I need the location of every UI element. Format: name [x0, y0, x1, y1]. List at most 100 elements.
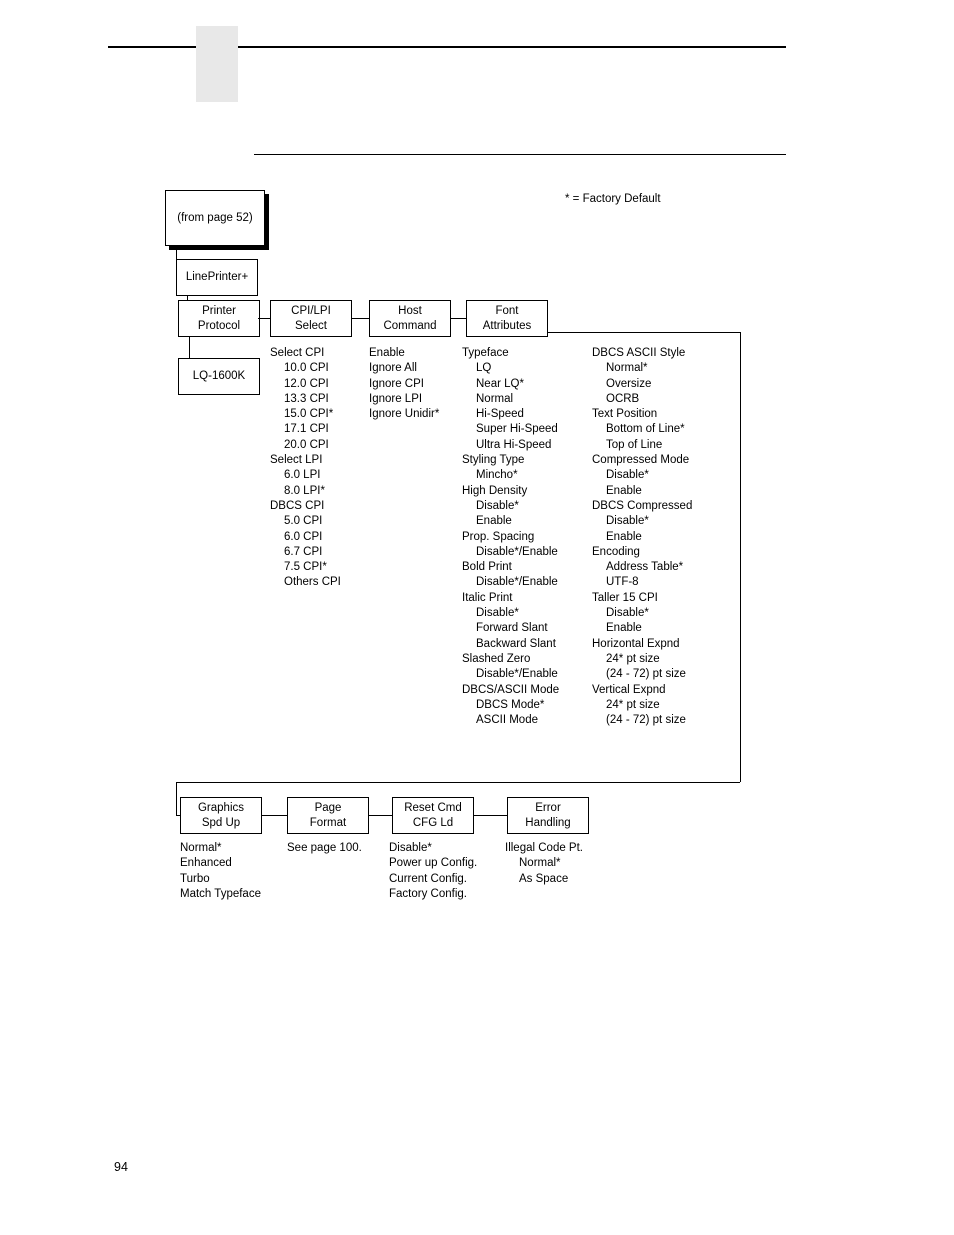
menu-option[interactable]: 24* pt size	[592, 698, 692, 713]
menu-option[interactable]: Disable*	[462, 606, 559, 621]
box-from-page[interactable]: (from page 52)	[165, 190, 265, 246]
menu-option[interactable]: Horizontal Expnd	[592, 637, 692, 652]
menu-option[interactable]: Select LPI	[270, 453, 341, 468]
menu-option[interactable]: Mincho*	[462, 468, 559, 483]
menu-option[interactable]: Power up Config.	[389, 856, 477, 871]
menu-option[interactable]: DBCS CPI	[270, 499, 341, 514]
menu-option[interactable]: Turbo	[180, 872, 261, 887]
menu-option[interactable]: Ignore LPI	[369, 392, 439, 407]
menu-option[interactable]: Enable	[592, 621, 692, 636]
menu-option[interactable]: Ignore Unidir*	[369, 407, 439, 422]
menu-option[interactable]: 12.0 CPI	[270, 377, 341, 392]
menu-option[interactable]: 6.7 CPI	[270, 545, 341, 560]
menu-option[interactable]: As Space	[505, 872, 583, 887]
menu-option[interactable]: Disable*/Enable	[462, 545, 559, 560]
menu-option[interactable]: Ignore CPI	[369, 377, 439, 392]
menu-option[interactable]: Enable	[592, 484, 692, 499]
box-page-format[interactable]: Page Format	[287, 797, 369, 834]
menu-option[interactable]: Address Table*	[592, 560, 692, 575]
menu-option[interactable]: Text Position	[592, 407, 692, 422]
menu-option[interactable]: 24* pt size	[592, 652, 692, 667]
list-host-command: Enable Ignore All Ignore CPI Ignore LPI Igno…	[369, 346, 439, 422]
menu-option[interactable]: Italic Print	[462, 591, 559, 606]
menu-option[interactable]: Near LQ*	[462, 377, 559, 392]
menu-option[interactable]: Disable*	[592, 468, 692, 483]
menu-option[interactable]: 5.0 CPI	[270, 514, 341, 529]
menu-option[interactable]: Hi-Speed	[462, 407, 559, 422]
menu-option[interactable]: Taller 15 CPI	[592, 591, 692, 606]
menu-option[interactable]: 13.3 CPI	[270, 392, 341, 407]
menu-option[interactable]: High Density	[462, 484, 559, 499]
menu-option[interactable]: Bottom of Line*	[592, 422, 692, 437]
menu-option[interactable]: Enable	[369, 346, 439, 361]
menu-option[interactable]: Bold Print	[462, 560, 559, 575]
menu-option[interactable]: Disable*	[592, 514, 692, 529]
menu-option[interactable]: DBCS Mode*	[462, 698, 559, 713]
menu-option[interactable]: Styling Type	[462, 453, 559, 468]
menu-option[interactable]: See page 100.	[287, 841, 362, 856]
box-host-command[interactable]: Host Command	[369, 300, 451, 337]
box-page-format-line2: Format	[309, 816, 347, 829]
menu-option[interactable]: 15.0 CPI*	[270, 407, 341, 422]
menu-option[interactable]: 7.5 CPI*	[270, 560, 341, 575]
menu-option[interactable]: Super Hi-Speed	[462, 422, 559, 437]
box-font-attributes[interactable]: Font Attributes	[466, 300, 548, 337]
menu-option[interactable]: Vertical Expnd	[592, 683, 692, 698]
menu-option[interactable]: Prop. Spacing	[462, 530, 559, 545]
menu-option[interactable]: Normal	[462, 392, 559, 407]
menu-option[interactable]: Illegal Code Pt.	[505, 841, 583, 856]
menu-option[interactable]: Compressed Mode	[592, 453, 692, 468]
menu-option[interactable]: Enable	[592, 530, 692, 545]
menu-option[interactable]: Ignore All	[369, 361, 439, 376]
menu-option[interactable]: 6.0 CPI	[270, 530, 341, 545]
menu-option[interactable]: 10.0 CPI	[270, 361, 341, 376]
menu-option[interactable]: Current Config.	[389, 872, 477, 887]
box-reset-cmd-line2: CFG Ld	[412, 816, 454, 829]
box-cpi-lpi-line2: Select	[295, 319, 327, 332]
menu-option[interactable]: Slashed Zero	[462, 652, 559, 667]
menu-option[interactable]: Disable*	[389, 841, 477, 856]
menu-option[interactable]: Typeface	[462, 346, 559, 361]
menu-option[interactable]: Factory Config.	[389, 887, 477, 902]
menu-option[interactable]: ASCII Mode	[462, 713, 559, 728]
menu-option[interactable]: (24 - 72) pt size	[592, 713, 692, 728]
menu-option[interactable]: Match Typeface	[180, 887, 261, 902]
box-graphics-spd-up[interactable]: Graphics Spd Up	[180, 797, 262, 834]
menu-option[interactable]: Normal*	[505, 856, 583, 871]
menu-option[interactable]: Normal*	[592, 361, 692, 376]
menu-option[interactable]: Oversize	[592, 377, 692, 392]
box-error-handling[interactable]: Error Handling	[507, 797, 589, 834]
box-lq1600k[interactable]: LQ-1600K	[178, 358, 260, 395]
menu-option[interactable]: Enhanced	[180, 856, 261, 871]
box-lineprinter[interactable]: LinePrinter+	[176, 259, 258, 296]
menu-option[interactable]: Normal*	[180, 841, 261, 856]
menu-option[interactable]: UTF-8	[592, 575, 692, 590]
menu-option[interactable]: Enable	[462, 514, 559, 529]
menu-option[interactable]: Disable*	[592, 606, 692, 621]
menu-option[interactable]: Disable*	[462, 499, 559, 514]
menu-option[interactable]: 17.1 CPI	[270, 422, 341, 437]
menu-option[interactable]: Disable*/Enable	[462, 575, 559, 590]
menu-option[interactable]: (24 - 72) pt size	[592, 667, 692, 682]
menu-option[interactable]: DBCS/ASCII Mode	[462, 683, 559, 698]
menu-option[interactable]: Others CPI	[270, 575, 341, 590]
menu-option[interactable]: OCRB	[592, 392, 692, 407]
menu-option[interactable]: Top of Line	[592, 438, 692, 453]
box-reset-cmd[interactable]: Reset Cmd CFG Ld	[392, 797, 474, 834]
menu-option[interactable]: 8.0 LPI*	[270, 484, 341, 499]
menu-option[interactable]: Forward Slant	[462, 621, 559, 636]
menu-option[interactable]: Backward Slant	[462, 637, 559, 652]
menu-option[interactable]: Ultra Hi-Speed	[462, 438, 559, 453]
menu-option[interactable]: Disable*/Enable	[462, 667, 559, 682]
box-host-command-line1: Host	[398, 304, 422, 317]
menu-option[interactable]: Encoding	[592, 545, 692, 560]
menu-option[interactable]: 20.0 CPI	[270, 438, 341, 453]
box-cpi-lpi-select[interactable]: CPI/LPI Select	[270, 300, 352, 337]
menu-option[interactable]: DBCS ASCII Style	[592, 346, 692, 361]
menu-option[interactable]: 6.0 LPI	[270, 468, 341, 483]
menu-option[interactable]: DBCS Compressed	[592, 499, 692, 514]
menu-option[interactable]: Select CPI	[270, 346, 341, 361]
box-printer-protocol[interactable]: Printer Protocol	[178, 300, 260, 337]
list-page-format: See page 100.	[287, 841, 362, 856]
menu-option[interactable]: LQ	[462, 361, 559, 376]
